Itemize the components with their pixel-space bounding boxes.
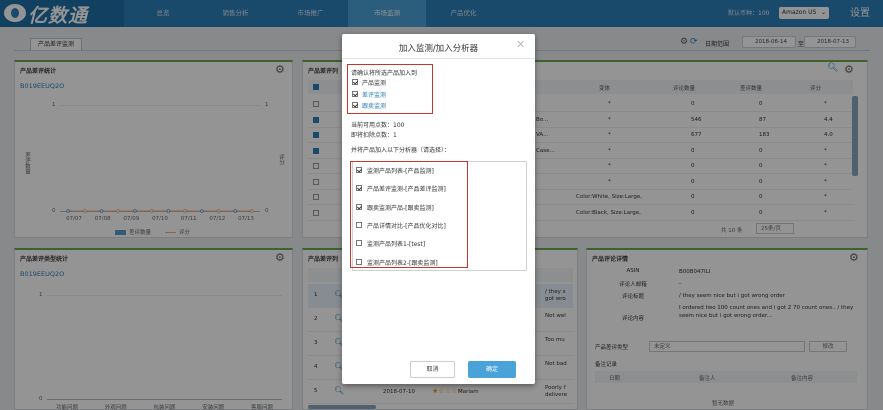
analyzer-checkbox[interactable]	[356, 185, 362, 192]
dialog-divider	[342, 58, 535, 59]
analyzer-checkbox[interactable]	[356, 240, 362, 247]
ok-button[interactable]: 确定	[468, 361, 516, 378]
option-checkbox[interactable]	[352, 102, 358, 108]
analyzer-label[interactable]: 产品详情对比-[产品优化对比]	[367, 221, 446, 230]
dialog-title: 加入监测/加入分析器	[398, 44, 479, 54]
close-icon[interactable]: ✕	[516, 38, 525, 51]
option-checkbox[interactable]	[352, 90, 358, 97]
analyzer-checkbox[interactable]	[356, 221, 362, 228]
analyzer-label[interactable]: 监测产品列表1-[test]	[367, 239, 425, 248]
analyzer-label[interactable]: 跟卖监测产品-[跟卖监测]	[367, 203, 434, 212]
option-label[interactable]: 差评监测	[362, 90, 386, 99]
analyzer-checkbox[interactable]	[356, 203, 362, 210]
available-points: 当前可用点数：100	[351, 122, 405, 129]
confirm-label: 请确认将所选产品加入到	[351, 70, 418, 77]
analyzer-checkbox[interactable]	[356, 167, 362, 173]
option-label[interactable]: 跟卖监测	[362, 101, 386, 110]
analyzer-checkbox[interactable]	[356, 258, 362, 265]
cancel-button[interactable]: 取消	[410, 361, 455, 378]
highlight-box-analyzers	[350, 161, 468, 268]
option-label[interactable]: 产品监测	[362, 78, 386, 87]
analyzer-label: 并将产品加入以下分析器（请选择）：	[351, 147, 451, 154]
option-checkbox[interactable]	[352, 79, 358, 85]
analyzer-label[interactable]: 监测产品列表-[产品监测]	[367, 166, 434, 175]
analyzer-label[interactable]: 产品差评监测-[产品差评监测]	[367, 184, 446, 193]
add-to-monitor-dialog: 加入监测/加入分析器 ✕ 请确认将所选产品加入到 产品监测差评监测跟卖监测 当前…	[342, 34, 535, 384]
analyzer-label[interactable]: 监测产品列表2-[跟卖监测]	[367, 258, 438, 267]
deduct-points: 即将扣除点数：1	[351, 132, 397, 139]
